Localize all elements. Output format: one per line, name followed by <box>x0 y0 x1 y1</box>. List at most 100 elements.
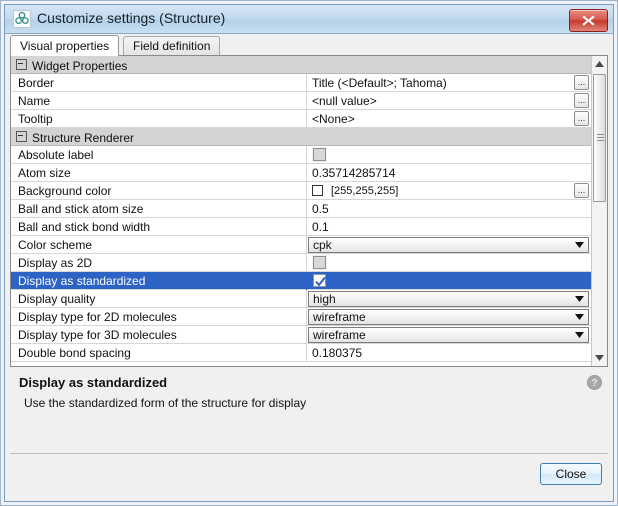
window-close-button[interactable] <box>569 9 608 32</box>
chevron-down-icon <box>575 296 584 302</box>
chevron-down-icon <box>575 314 584 320</box>
property-value-cell[interactable]: [255,255,255]... <box>307 182 591 200</box>
property-value-cell[interactable] <box>307 254 591 272</box>
property-row[interactable]: Absolute label <box>11 146 591 164</box>
property-browse-button[interactable]: ... <box>574 75 589 90</box>
property-group-header: Structure Renderer <box>11 128 591 146</box>
property-value-text: 0.35714285714 <box>312 166 395 180</box>
structure-molecule-icon <box>13 10 31 28</box>
property-name: Double bond spacing <box>11 344 307 362</box>
property-value-cell[interactable]: 0.1 <box>307 218 591 236</box>
property-name: Absolute label <box>11 146 307 164</box>
property-group-label: Structure Renderer <box>32 130 134 144</box>
property-browse-button[interactable]: ... <box>574 111 589 126</box>
property-row[interactable]: Background color[255,255,255]... <box>11 182 591 200</box>
help-question-icon[interactable]: ? <box>587 375 602 390</box>
property-grid: Widget PropertiesBorderTitle (<Default>;… <box>11 56 591 366</box>
property-checkbox[interactable] <box>313 256 326 269</box>
property-name: Display quality <box>11 290 307 308</box>
property-grid-panel: Widget PropertiesBorderTitle (<Default>;… <box>10 55 608 367</box>
property-browse-button[interactable]: ... <box>574 183 589 198</box>
color-value: [255,255,255] <box>331 185 398 197</box>
property-value-text: 0.180375 <box>312 346 362 360</box>
scrollbar-grip-icon <box>597 134 604 142</box>
combobox-value: cpk <box>309 238 571 252</box>
property-group-row[interactable]: Widget Properties <box>11 56 591 74</box>
property-combobox[interactable]: wireframe <box>308 327 589 343</box>
property-row[interactable]: Display as 2D <box>11 254 591 272</box>
customize-settings-dialog: Customize settings (Structure) Visual pr… <box>0 0 618 506</box>
collapse-toggle-icon[interactable] <box>16 59 27 70</box>
property-value-cell[interactable] <box>307 272 591 290</box>
check-icon <box>315 276 326 287</box>
chevron-up-icon <box>595 61 604 67</box>
property-name: Display as 2D <box>11 254 307 272</box>
property-name: Border <box>11 74 307 92</box>
property-group-label: Widget Properties <box>32 58 127 72</box>
help-panel: Display as standardized Use the standard… <box>10 369 608 454</box>
property-name: Display as standardized <box>11 272 307 290</box>
property-checkbox[interactable] <box>313 274 326 287</box>
property-value-cell[interactable]: Title (<Default>; Tahoma)... <box>307 74 591 92</box>
property-name: Color scheme <box>11 236 307 254</box>
property-row[interactable]: Display qualityhigh <box>11 290 591 308</box>
property-row[interactable]: Double bond spacing 0.180375 <box>11 344 591 362</box>
property-row[interactable]: Tooltip<None>... <box>11 110 591 128</box>
property-combobox[interactable]: cpk <box>308 237 589 253</box>
property-row[interactable]: Atom size0.35714285714 <box>11 164 591 182</box>
property-value-cell[interactable]: cpk <box>307 236 591 254</box>
combobox-arrow[interactable] <box>571 310 588 324</box>
property-row[interactable]: Name<null value>... <box>11 92 591 110</box>
property-row[interactable]: Display type for 2D moleculeswireframe <box>11 308 591 326</box>
property-value-text: <None> <box>312 112 355 126</box>
property-name: Ball and stick atom size <box>11 200 307 218</box>
window-title: Customize settings (Structure) <box>37 10 225 26</box>
property-group-header: Widget Properties <box>11 56 591 74</box>
property-value-cell[interactable]: wireframe <box>307 308 591 326</box>
scroll-up-button[interactable] <box>592 56 607 72</box>
property-row[interactable]: Display as standardized <box>11 272 591 290</box>
tab-visual-properties[interactable]: Visual properties <box>10 35 119 56</box>
chevron-down-icon <box>575 332 584 338</box>
close-button[interactable]: Close <box>540 463 602 485</box>
property-name: Ball and stick bond width <box>11 218 307 236</box>
property-value-cell[interactable]: <None>... <box>307 110 591 128</box>
property-value-cell[interactable]: 0.5 <box>307 200 591 218</box>
property-combobox[interactable]: high <box>308 291 589 307</box>
property-row[interactable]: Ball and stick atom size0.5 <box>11 200 591 218</box>
tab-field-definition[interactable]: Field definition <box>123 36 220 56</box>
scroll-down-button[interactable] <box>592 350 607 366</box>
title-bar: Customize settings (Structure) <box>5 5 613 34</box>
combobox-arrow[interactable] <box>571 238 588 252</box>
property-value-text: <null value> <box>312 94 377 108</box>
property-value-cell[interactable]: 0.180375 <box>307 344 591 362</box>
property-checkbox[interactable] <box>313 148 326 161</box>
property-name: Display type for 2D molecules <box>11 308 307 326</box>
property-row[interactable]: Display type for 3D moleculeswireframe <box>11 326 591 344</box>
property-value-text: 0.1 <box>312 220 329 234</box>
collapse-toggle-icon[interactable] <box>16 131 27 142</box>
property-value-cell[interactable] <box>307 146 591 164</box>
property-row[interactable]: Color schemecpk <box>11 236 591 254</box>
property-value-cell[interactable]: high <box>307 290 591 308</box>
combobox-arrow[interactable] <box>571 292 588 306</box>
chevron-down-icon <box>575 242 584 248</box>
property-row[interactable]: Ball and stick bond width 0.1 <box>11 218 591 236</box>
scrollbar-thumb[interactable] <box>593 74 606 202</box>
property-combobox[interactable]: wireframe <box>308 309 589 325</box>
combobox-value: wireframe <box>309 328 571 342</box>
property-value-cell[interactable]: wireframe <box>307 326 591 344</box>
property-name: Display type for 3D molecules <box>11 326 307 344</box>
help-title: Display as standardized <box>19 375 167 390</box>
property-group-row[interactable]: Structure Renderer <box>11 128 591 146</box>
property-value-text: Title (<Default>; Tahoma) <box>312 76 447 90</box>
property-value-cell[interactable]: <null value>... <box>307 92 591 110</box>
property-row[interactable]: BorderTitle (<Default>; Tahoma)... <box>11 74 591 92</box>
combobox-arrow[interactable] <box>571 328 588 342</box>
help-description: Use the standardized form of the structu… <box>24 396 578 411</box>
color-swatch[interactable] <box>312 185 323 196</box>
property-browse-button[interactable]: ... <box>574 93 589 108</box>
combobox-value: high <box>309 292 571 306</box>
property-grid-scrollbar[interactable] <box>591 56 607 366</box>
property-value-cell[interactable]: 0.35714285714 <box>307 164 591 182</box>
